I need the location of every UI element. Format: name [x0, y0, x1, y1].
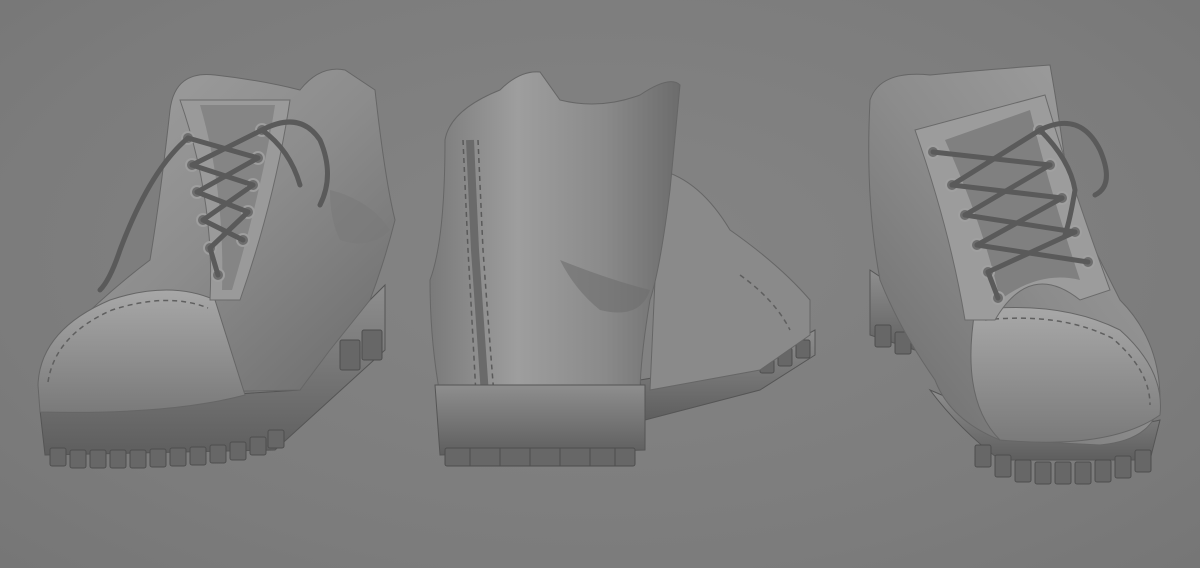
boot-front-left-view — [37, 68, 396, 469]
boot-back-view — [429, 71, 816, 467]
toe-cap — [37, 289, 246, 413]
heel-lugs — [444, 447, 636, 467]
heel-block — [434, 384, 646, 456]
boot-front-right-view — [868, 64, 1161, 485]
render-viewport — [0, 0, 1200, 568]
boot-render-canvas — [37, 64, 1161, 485]
